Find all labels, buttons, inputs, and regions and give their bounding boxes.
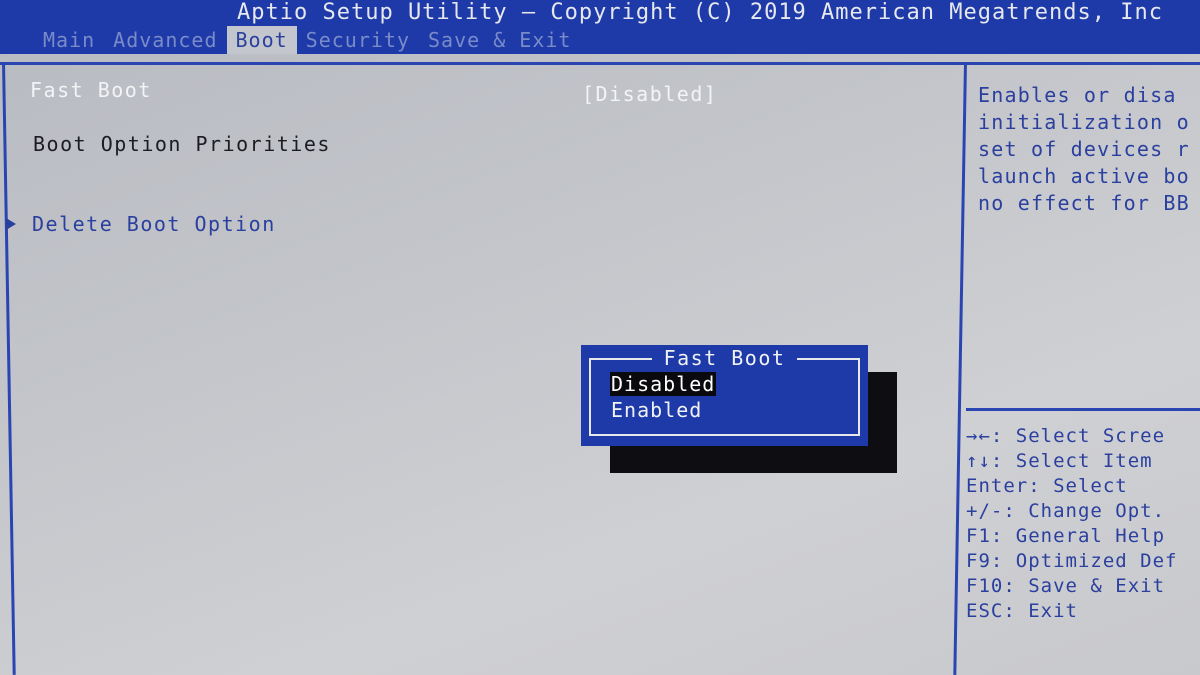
header-bar: Aptio Setup Utility – Copyright (C) 2019… <box>0 0 1200 54</box>
key-legend-item: F1: General Help <box>966 525 1166 547</box>
popup-option-enabled[interactable]: Enabled <box>610 398 703 422</box>
bios-screen: Aptio Setup Utility – Copyright (C) 2019… <box>0 0 1200 675</box>
panel-divider <box>953 62 967 675</box>
help-divider <box>966 408 1200 411</box>
submenu-arrow-icon <box>6 218 16 230</box>
help-text: Enables or disa initialization o set of … <box>978 82 1200 217</box>
tab-boot[interactable]: Boot <box>226 26 297 54</box>
help-line: initialization o <box>978 110 1190 134</box>
delete-boot-option-item[interactable]: Delete Boot Option <box>6 212 276 236</box>
popup-option-disabled[interactable]: Disabled <box>610 372 717 396</box>
delete-boot-option-label: Delete Boot Option <box>32 212 276 236</box>
key-legend-item: ESC: Exit <box>966 600 1078 622</box>
tab-save-exit[interactable]: Save & Exit <box>419 26 580 54</box>
tab-main[interactable]: Main <box>34 26 104 54</box>
fast-boot-value[interactable]: [Disabled] <box>582 82 717 106</box>
fast-boot-popup: Fast Boot Disabled Enabled <box>581 345 868 446</box>
key-legend-item: F10: Save & Exit <box>966 575 1166 597</box>
help-line: launch active bo <box>978 164 1190 188</box>
app-title: Aptio Setup Utility – Copyright (C) 2019… <box>237 0 1163 25</box>
help-line: no effect for BB <box>978 191 1190 215</box>
key-legend-item: ↑↓: Select Item <box>966 450 1153 472</box>
fast-boot-label[interactable]: Fast Boot <box>30 78 152 102</box>
tab-security[interactable]: Security <box>297 26 419 54</box>
popup-border: Fast Boot <box>589 345 860 436</box>
help-line: Enables or disa <box>978 83 1177 107</box>
boot-option-priorities-heading: Boot Option Priorities <box>33 132 331 156</box>
tab-bar: Main Advanced Boot Security Save & Exit <box>34 24 580 54</box>
popup-title: Fast Boot <box>651 345 798 371</box>
key-legend: →←: Select Scree ↑↓: Select Item Enter: … <box>966 424 1200 624</box>
help-line: set of devices r <box>978 137 1190 161</box>
key-legend-item: F9: Optimized Def <box>966 550 1178 572</box>
frame-left-line <box>2 61 16 675</box>
key-legend-item: →←: Select Scree <box>966 425 1166 447</box>
key-legend-item: +/-: Change Opt. <box>966 500 1166 522</box>
tab-advanced[interactable]: Advanced <box>104 26 226 54</box>
key-legend-item: Enter: Select <box>966 475 1128 497</box>
frame-top-line <box>0 62 1200 65</box>
